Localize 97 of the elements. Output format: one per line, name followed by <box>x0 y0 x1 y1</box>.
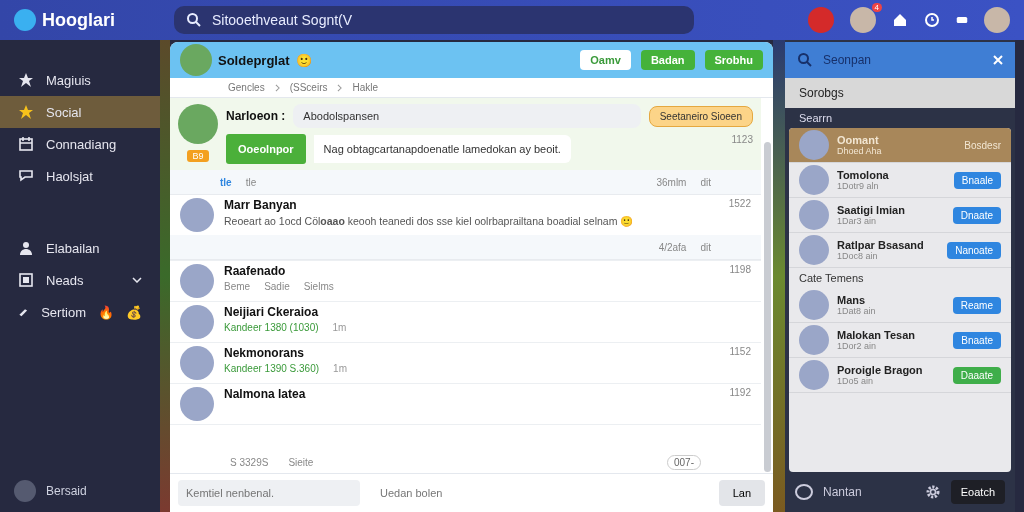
sidebar-item[interactable]: Connadiang <box>0 128 160 160</box>
avatar <box>180 264 214 298</box>
chat-bubble-icon <box>795 484 813 500</box>
clock-icon[interactable] <box>924 12 940 28</box>
time-label: 1192 <box>729 387 751 398</box>
avatar <box>799 235 829 265</box>
sidebar-item[interactable]: Social <box>0 96 160 128</box>
avatar[interactable] <box>850 7 876 33</box>
calendar-icon <box>18 136 34 152</box>
emoji: 🙂 <box>295 52 312 68</box>
status-text: Kandeer 1380 (1030) <box>224 322 319 333</box>
friend-item[interactable]: Saatigi lmian 1Dar3 ain Dnaate <box>789 198 1011 233</box>
time-label: 1123 <box>731 134 753 145</box>
status-label: Sieite <box>288 457 314 468</box>
avatar <box>180 44 212 76</box>
emoji: 💰 <box>126 304 142 320</box>
sidebar-item[interactable]: Haolsjat <box>0 160 160 192</box>
avatar <box>799 165 829 195</box>
friend-item[interactable]: Tomolona 1Dotr9 aln Bnaale <box>789 163 1011 198</box>
time-label: 1152 <box>729 346 751 357</box>
section-label: Searrn <box>798 111 834 126</box>
time-label: 1198 <box>729 264 751 275</box>
level-badge: B9 <box>187 150 209 162</box>
notification-badge: 4 <box>871 3 882 12</box>
sidebar-item[interactable]: Magiuis <box>0 64 160 96</box>
avatar <box>799 360 829 390</box>
tag-button[interactable]: Seetaneiro Sioeen <box>648 105 753 127</box>
meta-label: dit <box>700 176 711 188</box>
post-action[interactable]: Sadie <box>264 281 290 292</box>
like-button[interactable]: tle <box>245 176 257 188</box>
search-icon <box>186 12 202 28</box>
menu-item[interactable]: Sorobgs <box>785 78 1015 108</box>
profile-avatar[interactable] <box>984 7 1010 33</box>
footer-label[interactable]: Nantan <box>823 485 862 499</box>
text-field[interactable]: Abodolspansen <box>293 104 641 128</box>
message-text: Nag obtagcartanapdoenatle lamedokan ay beoit. <box>313 135 571 163</box>
post-text: Reoeart ao 1ocd Cöloaao keooh teanedi dos sse kiel oolrbaprailtana boadial selnam 🙂 <box>224 215 635 228</box>
status-text: Kandeer 1390 S.360) <box>224 363 320 374</box>
header-button[interactable]: Oamv <box>580 50 631 70</box>
author-name: Nekmonorans <box>224 346 306 360</box>
count-label: S 3329S <box>230 457 269 468</box>
search-icon <box>797 52 813 68</box>
chat-icon <box>18 168 34 184</box>
meta-label: 36mlm <box>656 176 687 188</box>
emoji: 🔥 <box>98 304 114 320</box>
close-icon[interactable] <box>993 55 1003 65</box>
avatar <box>180 346 214 380</box>
star-icon <box>18 104 34 120</box>
group-header[interactable]: Cate Temens <box>789 268 1011 288</box>
meta-label: 4/2afa <box>658 241 687 253</box>
sidebar-item[interactable]: Sertiom 🔥 💰 <box>0 296 160 328</box>
friend-item[interactable]: Ratlpar Bsasand 1Doc8 ain Nanoate <box>789 233 1011 268</box>
chevron-right-icon <box>274 83 280 92</box>
scrollbar[interactable] <box>764 142 771 472</box>
author-name: Narloeon : <box>226 109 286 123</box>
footer-label[interactable]: Bersaid <box>46 484 87 498</box>
author-name: Raafenado <box>224 264 287 278</box>
breadcrumb-link[interactable]: Hakle <box>352 82 379 93</box>
post-action[interactable]: Sielms <box>303 281 334 292</box>
logo-icon <box>14 9 36 31</box>
friend-item[interactable]: Malokan Tesan 1Dor2 ain Bnaate <box>789 323 1011 358</box>
attach-button[interactable]: Uedan bolen <box>374 486 449 500</box>
app-logo: Hooglari <box>42 9 115 31</box>
avatar <box>180 198 214 232</box>
avatar <box>180 387 214 421</box>
person-icon <box>18 240 34 256</box>
chevron-right-icon <box>337 83 343 92</box>
star-icon <box>18 72 34 88</box>
author-name: Neijiari Ckeraioa <box>224 305 320 319</box>
like-button[interactable]: tle <box>220 176 232 188</box>
box-icon <box>18 272 34 288</box>
search-button[interactable]: Eoatch <box>950 480 1005 504</box>
avatar <box>799 290 829 320</box>
avatar <box>180 305 214 339</box>
author-name: Marr Banyan <box>224 198 298 212</box>
meta-label: dit <box>700 241 711 253</box>
friend-item[interactable]: Mans 1Dat8 ain Reame <box>789 288 1011 323</box>
time-label: 1522 <box>728 198 751 209</box>
settings-icon[interactable] <box>924 484 941 500</box>
friend-item[interactable]: Poroigle Bragon 1Do5 ain Daaate <box>789 358 1011 393</box>
time-ago: 1m <box>332 322 347 333</box>
message-input[interactable]: Kemtiel nenbenal. <box>178 480 360 506</box>
avatar <box>799 130 829 160</box>
avatar <box>799 200 829 230</box>
author-name: Nalmona latea <box>224 387 307 401</box>
avatar <box>178 104 218 144</box>
avatar <box>799 325 829 355</box>
time-ago: 1m <box>333 363 347 374</box>
chat-title: Soldeprglat <box>218 52 290 68</box>
breadcrumb-link[interactable]: (SSceirs <box>289 82 328 93</box>
send-button[interactable]: Lan <box>718 480 765 506</box>
home-icon[interactable] <box>892 12 908 28</box>
sidebar-item[interactable]: Neads <box>0 264 160 296</box>
search-field[interactable]: Sitooethveaut Sognt(V <box>174 6 694 34</box>
sidebar-item[interactable]: Elabailan <box>0 232 160 264</box>
breadcrumb-link[interactable]: Gencles <box>228 82 265 93</box>
post-action[interactable]: Beme <box>224 281 251 292</box>
